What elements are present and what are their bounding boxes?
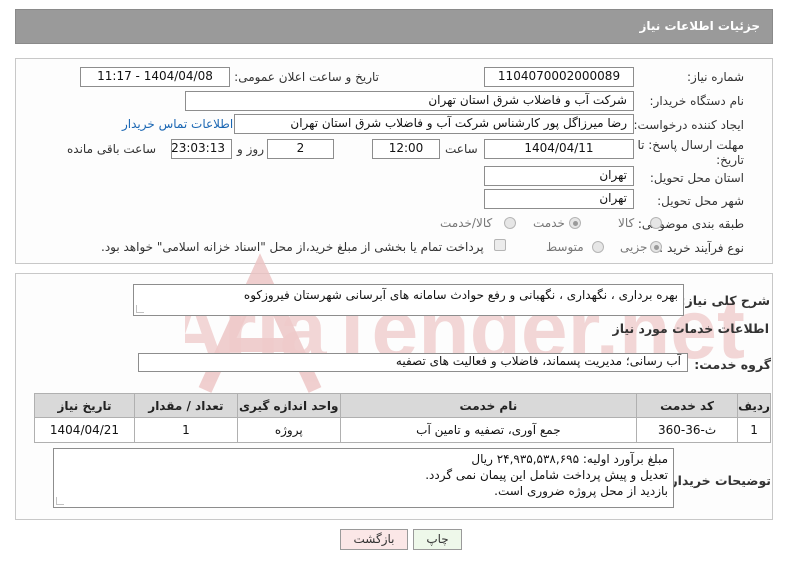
days-field: 2: [267, 139, 334, 159]
buyer-notes-label: توضیحات خریدار:: [665, 473, 771, 488]
remaining-label: ساعت باقی مانده: [67, 142, 157, 156]
province-label: استان محل تحویل:: [649, 171, 744, 185]
treasury-text: پرداخت تمام یا بخشی از مبلغ خرید،از محل …: [101, 240, 484, 254]
remaining-time-field: 23:03:13: [171, 139, 232, 159]
creator-label: ایجاد کننده درخواست:: [633, 118, 744, 132]
buyer-notes-line-3: بازدید از محل پروژه ضروری است.: [494, 484, 668, 498]
deadline-time-field: 12:00: [372, 139, 440, 159]
cell-qty: 1: [133, 417, 238, 443]
service-group-field: آب رسانی؛ مدیریت پسماند، فاضلاب و فعالیت…: [138, 353, 688, 372]
treasury-checkbox[interactable]: [494, 239, 506, 251]
process-radio-minor[interactable]: [650, 241, 662, 253]
services-table: ردیف کد خدمت نام خدمت واحد اندازه گیری ت…: [34, 393, 771, 443]
buyer-notes-line-2: تعدیل و پیش پرداخت شامل این پیمان نمی گر…: [425, 468, 668, 482]
category-option-goods: کالا: [618, 216, 635, 230]
table-row: 1 ث-36-360 جمع آوری، تصفیه و تامین آب پر…: [34, 417, 771, 443]
announce-label: تاریخ و ساعت اعلان عمومی:: [234, 70, 379, 84]
category-radio-goods[interactable]: [650, 217, 662, 229]
resize-handle-icon[interactable]: [136, 305, 144, 313]
col-unit-header: واحد اندازه گیری: [236, 393, 341, 418]
summary-text: بهره برداری ، نگهداری ، نگهبانی و رفع حو…: [243, 288, 678, 302]
need-info-panel: [15, 58, 773, 264]
summary-label: شرح کلی نیاز:: [680, 293, 770, 308]
summary-textarea: بهره برداری ، نگهداری ، نگهبانی و رفع حو…: [133, 284, 684, 316]
category-option-goods-service: کالا/خدمت: [440, 216, 493, 230]
buyer-contact-link[interactable]: اطلاعات تماس خریدار: [122, 117, 233, 131]
buyer-org-label: نام دستگاه خریدار:: [649, 94, 745, 108]
buyer-notes-line-1: مبلغ برآورد اولیه: ۲۴,۹۳۵,۵۳۸,۶۹۵ ریال: [471, 452, 668, 466]
page-header: جزئیات اطلاعات نیاز: [15, 9, 773, 44]
category-radio-goods-service[interactable]: [504, 217, 516, 229]
announce-field: 1404/04/08 - 11:17: [80, 67, 230, 87]
cell-name: جمع آوری، تصفیه و تامین آب: [339, 417, 638, 443]
deadline-time-label: ساعت: [445, 142, 478, 156]
cell-row: 1: [737, 417, 771, 443]
province-field: تهران: [484, 166, 634, 186]
process-label: نوع فرآیند خرید :: [659, 241, 744, 255]
services-heading: اطلاعات خدمات مورد نیاز: [612, 321, 770, 336]
category-radio-service[interactable]: [569, 217, 581, 229]
print-button[interactable]: چاپ: [413, 529, 462, 550]
process-option-minor: جزیی: [620, 240, 648, 254]
service-group-label: گروه خدمت:: [694, 357, 771, 372]
deadline-label: مهلت ارسال پاسخ: تا: [637, 138, 744, 152]
col-code-header: کد خدمت: [636, 393, 739, 418]
creator-field: رضا میرزاگل پور کارشناس شرکت آب و فاضلاب…: [234, 114, 634, 134]
col-date-header: تاریخ نیاز: [34, 393, 135, 418]
days-label: روز و: [237, 142, 264, 156]
need-number-field: 1104070002000089: [484, 67, 634, 87]
buyer-notes-textarea: مبلغ برآورد اولیه: ۲۴,۹۳۵,۵۳۸,۶۹۵ ریال ت…: [53, 448, 674, 508]
table-header-row: ردیف کد خدمت نام خدمت واحد اندازه گیری ت…: [34, 393, 771, 418]
page-title: جزئیات اطلاعات نیاز: [639, 19, 760, 33]
need-number-label: شماره نیاز:: [687, 70, 744, 84]
category-option-service: خدمت: [533, 216, 565, 230]
deadline-label-2: تاریخ:: [716, 153, 744, 167]
back-button[interactable]: بازگشت: [340, 529, 408, 550]
process-radio-medium[interactable]: [592, 241, 604, 253]
city-field: تهران: [484, 189, 634, 209]
cell-unit: پروژه: [236, 417, 341, 443]
buyer-org-field: شرکت آب و فاضلاب شرق استان تهران: [185, 91, 634, 111]
col-qty-header: تعداد / مقدار: [133, 393, 238, 418]
col-row-header: ردیف: [737, 393, 771, 418]
city-label: شهر محل تحویل:: [657, 194, 744, 208]
process-option-medium: متوسط: [546, 240, 584, 254]
deadline-date-field: 1404/04/11: [484, 139, 634, 159]
col-name-header: نام خدمت: [339, 393, 638, 418]
resize-handle-icon[interactable]: [56, 497, 64, 505]
cell-code: ث-36-360: [636, 417, 739, 443]
cell-date: 1404/04/21: [34, 417, 135, 443]
